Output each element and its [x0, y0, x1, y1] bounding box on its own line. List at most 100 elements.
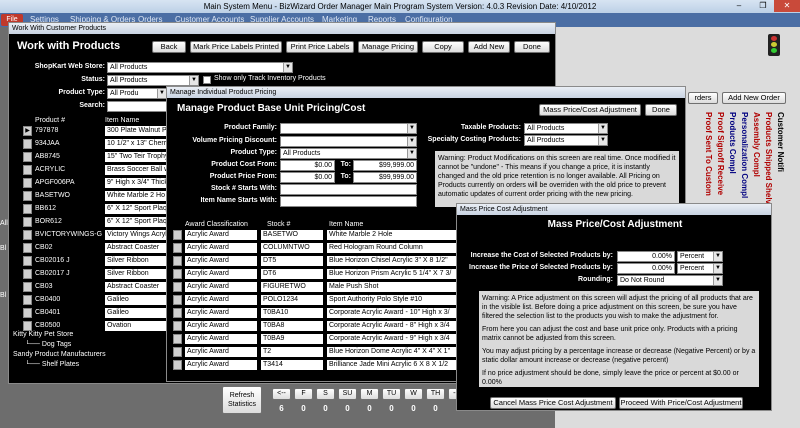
- row-selector[interactable]: [23, 178, 32, 188]
- row-selector[interactable]: [23, 282, 32, 292]
- stats-day-button[interactable]: W: [404, 388, 423, 400]
- row-selector[interactable]: [23, 191, 32, 201]
- cancel-mass-adjustment-button[interactable]: Cancel Mass Price Cost Adjustment: [490, 397, 616, 409]
- stats-day-button[interactable]: M: [360, 388, 379, 400]
- price-from-input[interactable]: $0.00: [280, 172, 335, 183]
- web-store-select[interactable]: All Products ▼: [107, 62, 293, 73]
- table-row[interactable]: Acrylic Award POLO1234 Sport Authority Pol…: [173, 295, 463, 306]
- table-row[interactable]: Acrylic Award COLUMNTWO Red Hologram Round…: [173, 243, 463, 254]
- product-family-select[interactable]: ▼: [280, 123, 417, 134]
- price-to-input[interactable]: $99,999.00: [353, 172, 417, 183]
- row-selector[interactable]: [173, 308, 182, 318]
- row-selector[interactable]: [173, 321, 182, 331]
- volume-pricing-select[interactable]: ▼: [280, 136, 417, 147]
- row-selector[interactable]: [23, 204, 32, 214]
- table-row[interactable]: Acrylic Award T3414 Brilliance Jade Mini A…: [173, 360, 463, 371]
- close-button[interactable]: ✕: [774, 0, 800, 12]
- rounding-select[interactable]: Do Not Round ▼: [617, 275, 723, 286]
- item-name-starts-with-input[interactable]: [280, 196, 417, 207]
- add-new-order-button[interactable]: Add New Order: [722, 92, 786, 104]
- table-row[interactable]: Acrylic Award FIGURETWO Male Push Shot: [173, 282, 463, 293]
- row-selector[interactable]: [173, 282, 182, 292]
- row-selector[interactable]: [23, 295, 32, 305]
- copy-button[interactable]: Copy: [422, 41, 464, 53]
- product-type-select[interactable]: All Products ▼: [280, 148, 417, 159]
- tree-item[interactable]: └── Dog Tags: [23, 340, 173, 350]
- row-selector[interactable]: [23, 165, 32, 175]
- print-price-labels-button[interactable]: Print Price Labels: [286, 41, 354, 53]
- row-selector[interactable]: [23, 308, 32, 318]
- add-new-button[interactable]: Add New: [468, 41, 510, 53]
- table-row[interactable]: ▶ 797878 300 Plate Walnut P: [23, 126, 173, 137]
- table-row[interactable]: BASETWO White Marble 2 Ho: [23, 191, 173, 202]
- row-selector[interactable]: [173, 230, 182, 240]
- table-row[interactable]: CB0401 Galileo: [23, 308, 173, 319]
- table-row[interactable]: CB0400 Galileo: [23, 295, 173, 306]
- minimize-button[interactable]: –: [726, 0, 752, 12]
- row-selector[interactable]: [173, 347, 182, 357]
- table-row[interactable]: CB02017 J Silver Ribbon: [23, 269, 173, 280]
- specialty-costing-select[interactable]: All Products ▼: [524, 135, 608, 146]
- row-selector[interactable]: [173, 334, 182, 344]
- cost-increase-input[interactable]: 0.00%: [617, 251, 675, 262]
- stats-day-button[interactable]: F: [294, 388, 313, 400]
- table-row[interactable]: Acrylic Award T0BA10 Corporate Acrylic Awa…: [173, 308, 463, 319]
- table-row[interactable]: CB03 Abstract Coaster: [23, 282, 173, 293]
- table-row[interactable]: BVICTORYWINGS-G Victory Wings Acryl: [23, 230, 173, 241]
- back-button[interactable]: Back: [152, 41, 186, 53]
- table-row[interactable]: CB02 Abstract Coaster: [23, 243, 173, 254]
- price-increase-input[interactable]: 0.00%: [617, 263, 675, 274]
- stock-starts-with-input[interactable]: [280, 184, 417, 195]
- row-selector[interactable]: [173, 256, 182, 266]
- proceed-adjustment-button[interactable]: Proceed With Price/Cost Adjustment: [619, 397, 743, 409]
- table-row[interactable]: Acrylic Award T0BA9 Corporate Acrylic Awar…: [173, 334, 463, 345]
- row-selector[interactable]: [23, 243, 32, 253]
- table-row[interactable]: Acrylic Award DT5 Blue Horizon Chisel Acry…: [173, 256, 463, 267]
- table-row[interactable]: 934JAA 10 1/2" x 13" Cherry: [23, 139, 173, 150]
- row-selector[interactable]: [173, 295, 182, 305]
- table-row[interactable]: BB612 6" X 12" Sport Plaq: [23, 204, 173, 215]
- table-row[interactable]: Acrylic Award T0BA8 Corporate Acrylic Awar…: [173, 321, 463, 332]
- tree-item[interactable]: Kitty Kitty Pet Store: [11, 330, 161, 340]
- row-selector[interactable]: [173, 269, 182, 279]
- stats-day-button[interactable]: TU: [382, 388, 401, 400]
- mark-price-labels-printed-button[interactable]: Mark Price Labels Printed: [190, 41, 282, 53]
- row-selector[interactable]: [23, 152, 32, 162]
- tree-item[interactable]: └── Shelf Plates: [23, 360, 173, 370]
- manage-pricing-button[interactable]: Manage Pricing: [358, 41, 418, 53]
- price-mode-select[interactable]: Percent ▼: [677, 263, 723, 274]
- table-row[interactable]: AB8745 15" Two Teir Trophy: [23, 152, 173, 163]
- mass-price-cost-adjustment-button[interactable]: Mass Price/Cost Adjustment: [539, 104, 641, 116]
- row-selector[interactable]: [23, 256, 32, 266]
- orders-button[interactable]: rders: [688, 92, 718, 104]
- table-row[interactable]: APGF006PA 9" High x 3/4" Thick: [23, 178, 173, 189]
- stats-day-button[interactable]: <--: [272, 388, 291, 400]
- stats-day-button[interactable]: S: [316, 388, 335, 400]
- done-button[interactable]: Done: [645, 104, 677, 116]
- row-selector[interactable]: [23, 230, 32, 240]
- product-type-select[interactable]: All Produ ▼: [107, 88, 167, 99]
- track-inventory-checkbox[interactable]: [203, 76, 211, 84]
- table-row[interactable]: Acrylic Award T2 Blue Horizon Dome Acrylic…: [173, 347, 463, 358]
- refresh-statistics-button[interactable]: Refresh Statistics: [222, 386, 262, 414]
- maximize-button[interactable]: ❐: [750, 0, 776, 12]
- row-selector[interactable]: [173, 243, 182, 253]
- table-row[interactable]: CB02016 J Silver Ribbon: [23, 256, 173, 267]
- table-row[interactable]: Acrylic Award DT6 Blue Horizon Prism Acryl…: [173, 269, 463, 280]
- row-selector[interactable]: [23, 269, 32, 279]
- row-selector[interactable]: ▶: [23, 126, 32, 136]
- done-button[interactable]: Done: [514, 41, 550, 53]
- cost-from-input[interactable]: $0.00: [280, 160, 335, 171]
- row-selector[interactable]: [23, 217, 32, 227]
- row-selector[interactable]: [173, 360, 182, 370]
- table-row[interactable]: ACRYLIC Brass Soccer Ball w: [23, 165, 173, 176]
- search-input[interactable]: [107, 101, 167, 112]
- tree-item[interactable]: Sandy Product Manufacturers: [11, 350, 161, 360]
- taxable-products-select[interactable]: All Products ▼: [524, 123, 608, 134]
- table-row[interactable]: Acrylic Award BASETWO White Marble 2 Hole: [173, 230, 463, 241]
- cost-to-input[interactable]: $99,999.00: [353, 160, 417, 171]
- status-select[interactable]: All Products ▼: [107, 75, 199, 86]
- cost-mode-select[interactable]: Percent ▼: [677, 251, 723, 262]
- table-row[interactable]: BOR612 6" X 12" Sport Plaq: [23, 217, 173, 228]
- row-selector[interactable]: [23, 139, 32, 149]
